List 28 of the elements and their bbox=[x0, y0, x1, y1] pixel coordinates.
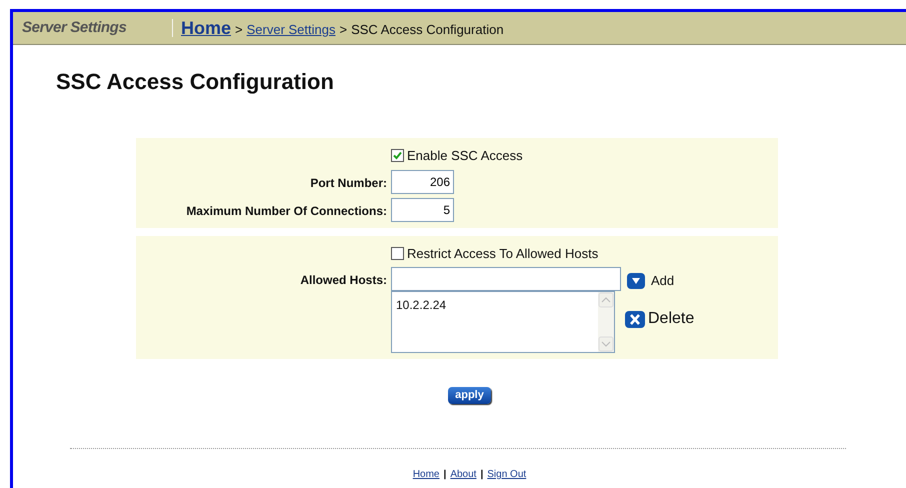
footer-link[interactable]: About bbox=[450, 467, 476, 482]
breadcrumb-link[interactable]: Server Settings bbox=[246, 20, 336, 39]
input-field[interactable]: 5 bbox=[391, 198, 454, 222]
delete-link[interactable]: Delete bbox=[648, 307, 694, 331]
checkbox[interactable] bbox=[391, 246, 404, 260]
section-title: Server Settings bbox=[22, 18, 128, 38]
link-separator: | bbox=[480, 468, 484, 482]
field-label: Allowed Hosts: bbox=[299, 272, 388, 289]
field-label: Port Number: bbox=[309, 174, 388, 192]
add-link[interactable]: Add bbox=[651, 271, 674, 290]
close-icon[interactable] bbox=[625, 310, 645, 328]
breadcrumb-separator: > bbox=[339, 20, 348, 38]
input-field[interactable]: 206 bbox=[391, 170, 454, 194]
link-separator: | bbox=[444, 468, 446, 482]
checkbox-label[interactable]: Restrict Access To Allowed Hosts bbox=[407, 244, 598, 263]
breadcrumb-link[interactable]: Home bbox=[181, 14, 232, 42]
apply-button[interactable]: apply bbox=[448, 387, 491, 404]
breadcrumb-current: SSC Access Configuration bbox=[351, 20, 504, 39]
breadcrumb-separator: > bbox=[235, 20, 243, 38]
page-title: SSC Access Configuration bbox=[56, 68, 335, 96]
input-field[interactable] bbox=[391, 267, 621, 291]
checkbox-label[interactable]: Enable SSC Access bbox=[407, 146, 523, 166]
list-item[interactable]: 10.2.2.24 bbox=[396, 296, 598, 314]
footer-link[interactable]: Sign Out bbox=[487, 467, 526, 482]
footer-link[interactable]: Home bbox=[412, 467, 440, 482]
field-label: Maximum Number Of Connections: bbox=[185, 202, 388, 220]
checkbox[interactable] bbox=[391, 149, 404, 162]
hosts-listbox[interactable]: 10.2.2.24 bbox=[391, 291, 615, 353]
